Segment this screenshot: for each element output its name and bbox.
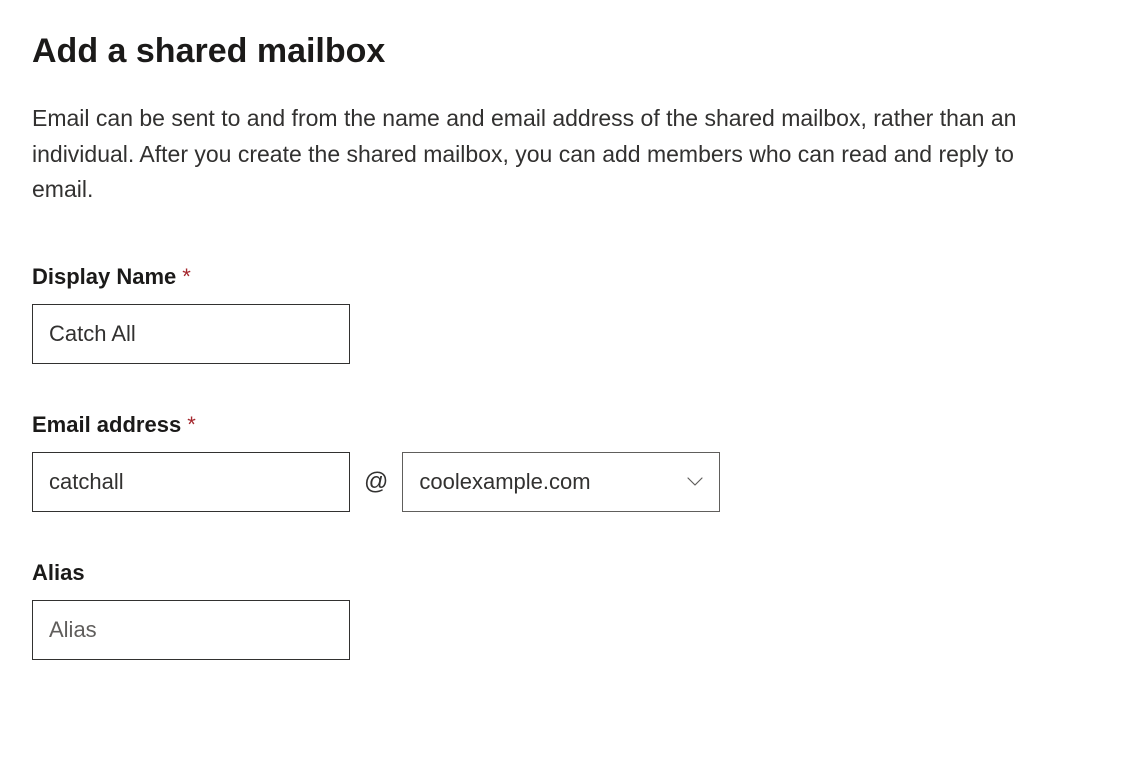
display-name-label-row: Display Name * xyxy=(32,264,1102,290)
chevron-down-icon xyxy=(687,477,703,487)
alias-group: Alias xyxy=(32,560,1102,660)
email-address-label-row: Email address * xyxy=(32,412,1102,438)
email-local-input[interactable] xyxy=(32,452,350,512)
required-asterisk: * xyxy=(187,412,196,438)
alias-input[interactable] xyxy=(32,600,350,660)
page-title: Add a shared mailbox xyxy=(32,32,1102,71)
email-row: @ coolexample.com xyxy=(32,452,1102,512)
display-name-label: Display Name xyxy=(32,264,176,290)
domain-select-value: coolexample.com xyxy=(419,469,590,495)
alias-label-row: Alias xyxy=(32,560,1102,586)
domain-select[interactable]: coolexample.com xyxy=(402,452,720,512)
email-address-label: Email address xyxy=(32,412,181,438)
page-description: Email can be sent to and from the name a… xyxy=(32,101,1062,208)
required-asterisk: * xyxy=(182,264,191,290)
display-name-input[interactable] xyxy=(32,304,350,364)
at-symbol: @ xyxy=(364,468,388,496)
alias-label: Alias xyxy=(32,560,85,586)
email-address-group: Email address * @ coolexample.com xyxy=(32,412,1102,512)
display-name-group: Display Name * xyxy=(32,264,1102,364)
